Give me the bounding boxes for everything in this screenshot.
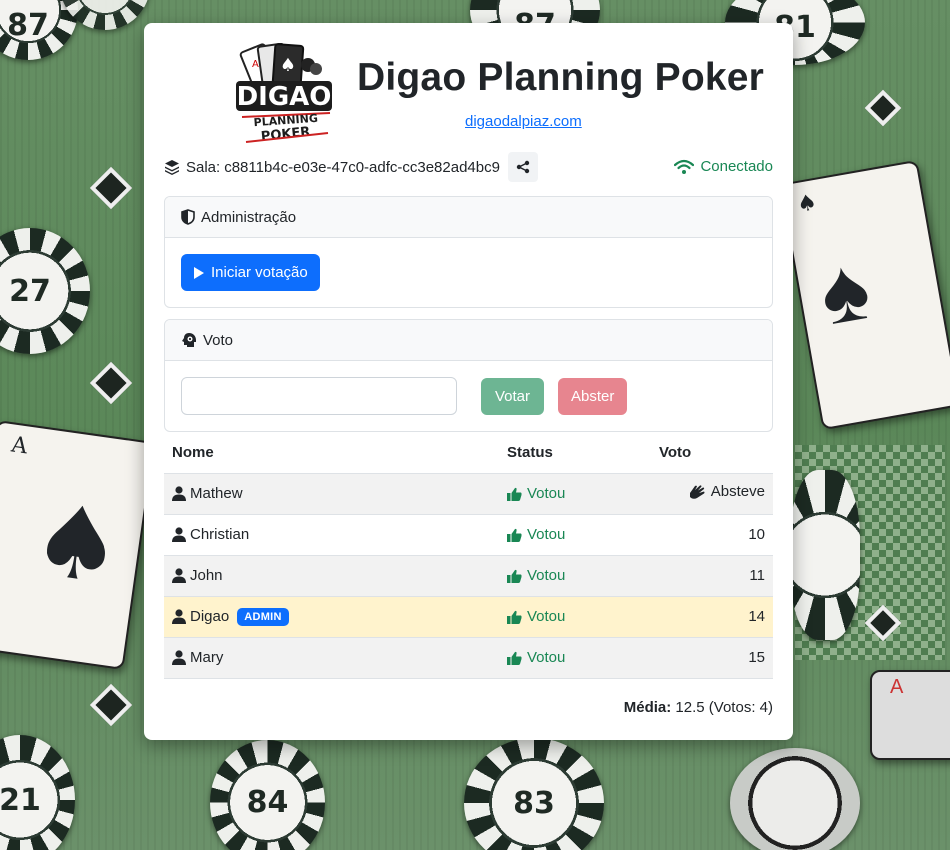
start-voting-button[interactable]: Iniciar votação bbox=[181, 254, 320, 291]
thumbs-up-icon bbox=[507, 569, 522, 583]
vote-input[interactable] bbox=[181, 377, 457, 415]
vote-box-title: Voto bbox=[203, 331, 234, 349]
poker-chip-image: 83 bbox=[464, 738, 604, 850]
user-icon bbox=[172, 527, 186, 542]
vote-button[interactable]: Votar bbox=[481, 377, 545, 415]
participant-name: Mathew bbox=[190, 485, 243, 502]
table-row: Mary Votou 15 bbox=[164, 637, 773, 679]
participant-status: Votou bbox=[527, 526, 566, 543]
poker-chip-image: 84 bbox=[210, 740, 325, 850]
app-logo: ♠ A DIGAO PLANNING POKER bbox=[236, 43, 332, 143]
head-gear-icon bbox=[182, 333, 196, 347]
thumbs-up-icon bbox=[507, 528, 522, 542]
participant-status-cell: Votou bbox=[499, 473, 651, 515]
start-voting-label: Iniciar votação bbox=[211, 264, 308, 281]
main-panel: ♠ A DIGAO PLANNING POKER Digao Planning … bbox=[144, 23, 793, 740]
diamond-tile-icon bbox=[864, 89, 902, 127]
user-icon bbox=[172, 609, 186, 624]
connection-status: Conectado bbox=[674, 158, 773, 175]
participant-status-cell: Votou bbox=[499, 637, 651, 679]
participant-status-cell: Votou bbox=[499, 596, 651, 638]
poker-chip-image: 21 bbox=[0, 735, 75, 850]
table-row: Mathew Votou Absteve bbox=[164, 473, 773, 515]
participant-name: Mary bbox=[190, 649, 224, 666]
participant-name-cell: Mary bbox=[164, 637, 499, 679]
diamond-tile-icon bbox=[89, 683, 133, 727]
participant-status-cell: Votou bbox=[499, 555, 651, 597]
poker-chip-image: 27 bbox=[0, 228, 90, 354]
ace-of-hearts-card-image: A bbox=[870, 670, 950, 760]
votes-count: (Votos: 4) bbox=[708, 698, 773, 716]
vote-box: Voto Votar Abster bbox=[164, 319, 773, 432]
room-id: c8811b4c-e03e-47c0-adfc-cc3e82ad4bc9 bbox=[224, 158, 500, 176]
diamond-tile-icon bbox=[89, 361, 133, 405]
room-row: Sala: c8811b4c-e03e-47c0-adfc-cc3e82ad4b… bbox=[164, 148, 773, 186]
user-icon bbox=[172, 486, 186, 501]
participant-name-cell: Mathew bbox=[164, 473, 499, 515]
vote-box-body: Votar Abster bbox=[165, 361, 772, 431]
room-info: Sala: c8811b4c-e03e-47c0-adfc-cc3e82ad4b… bbox=[164, 152, 538, 182]
average-label: Média: bbox=[623, 698, 672, 716]
vote-summary: Média: 12.5 (Votos: 4) bbox=[164, 699, 773, 716]
participant-status: Votou bbox=[527, 485, 566, 502]
connection-label: Conectado bbox=[700, 158, 773, 175]
site-link[interactable]: digaodalpiaz.com bbox=[465, 113, 582, 130]
participant-name-cell: Digao ADMIN bbox=[164, 596, 499, 638]
average-value: 12.5 bbox=[675, 698, 705, 716]
ace-of-spades-card-image: A ♠ bbox=[0, 419, 156, 671]
admin-box-title: Administração bbox=[201, 208, 297, 226]
vote-box-header: Voto bbox=[165, 320, 772, 361]
participant-status: Votou bbox=[527, 608, 566, 625]
table-row: Digao ADMIN Votou 14 bbox=[164, 596, 773, 638]
admin-box-header: Administração bbox=[165, 197, 772, 238]
participant-status-cell: Votou bbox=[499, 514, 651, 556]
participant-status: Votou bbox=[527, 649, 566, 666]
shield-icon bbox=[181, 209, 195, 225]
table-row: John Votou 11 bbox=[164, 555, 773, 597]
user-icon bbox=[172, 650, 186, 665]
participant-name: Digao bbox=[190, 608, 230, 625]
header-name: Nome bbox=[164, 432, 499, 474]
table-row: Christian Votou 10 bbox=[164, 514, 773, 556]
participant-vote: 15 bbox=[651, 637, 773, 679]
page-title: Digao Planning Poker bbox=[357, 56, 765, 99]
participant-status: Votou bbox=[527, 567, 566, 584]
abstain-button[interactable]: Abster bbox=[558, 377, 628, 415]
svg-text:DIGAO: DIGAO bbox=[237, 82, 332, 112]
participant-name-cell: John bbox=[164, 555, 499, 597]
hands-abstain-icon bbox=[689, 485, 705, 499]
participants-table: Nome Status Voto Mathew Votou Absteve Ch… bbox=[164, 432, 773, 679]
admin-box: Administração Iniciar votação bbox=[164, 196, 773, 308]
header-vote: Voto bbox=[651, 432, 773, 474]
thumbs-up-icon bbox=[507, 487, 522, 501]
participant-vote: 11 bbox=[651, 555, 773, 597]
wifi-icon bbox=[674, 159, 695, 174]
svg-text:A: A bbox=[252, 59, 259, 70]
poker-chip-image bbox=[730, 748, 860, 850]
admin-badge: ADMIN bbox=[237, 607, 289, 626]
diamond-tile-icon bbox=[89, 166, 133, 210]
header-status: Status bbox=[499, 432, 651, 474]
participant-vote-cell: Absteve bbox=[651, 473, 773, 515]
share-button[interactable] bbox=[507, 152, 538, 182]
thumbs-up-icon bbox=[507, 610, 522, 624]
participant-name: Christian bbox=[190, 526, 250, 543]
app-header: ♠ A DIGAO PLANNING POKER Digao Planning … bbox=[164, 23, 773, 148]
layers-icon bbox=[165, 160, 179, 175]
play-icon bbox=[194, 266, 204, 279]
share-icon bbox=[516, 160, 530, 174]
poker-chip-image bbox=[790, 470, 860, 640]
thumbs-up-icon bbox=[507, 651, 522, 665]
participant-name-cell: Christian bbox=[164, 514, 499, 556]
ace-of-spades-card-image: ♠ ♠ bbox=[779, 159, 950, 431]
room-label: Sala: bbox=[186, 158, 221, 176]
participant-name: John bbox=[190, 567, 223, 584]
participant-vote: 10 bbox=[651, 514, 773, 556]
participant-vote: 14 bbox=[651, 596, 773, 638]
user-icon bbox=[172, 568, 186, 583]
admin-box-body: Iniciar votação bbox=[165, 238, 772, 307]
participant-vote: Absteve bbox=[710, 483, 765, 501]
svg-text:♠: ♠ bbox=[280, 55, 296, 76]
